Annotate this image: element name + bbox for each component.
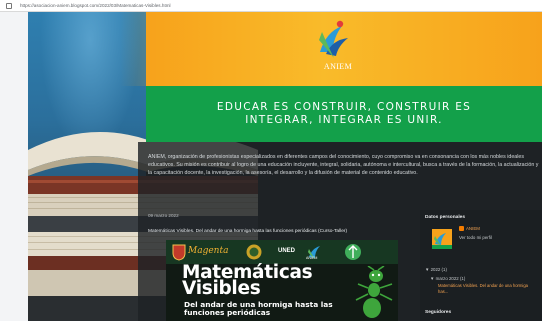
- archive-year[interactable]: ▼ 2022 (1): [425, 267, 447, 272]
- image-subtitle: Del andar de una hormiga hasta las funci…: [184, 300, 333, 317]
- blogger-name-link[interactable]: ANIEM: [459, 226, 480, 231]
- address-url[interactable]: https://asociacion-aniem.blogspot.com/20…: [20, 3, 171, 8]
- archive-post-link[interactable]: Matemáticas Visibles. Del andar de una h…: [438, 283, 528, 295]
- aniem-logo-icon[interactable]: [316, 18, 352, 64]
- slogan-banner: EDUCAR ES CONSTRUIR, CONSTRUIR ES INTEGR…: [146, 86, 542, 142]
- blogger-name: ANIEM: [466, 226, 480, 231]
- profile-avatar[interactable]: [432, 229, 452, 249]
- post-title[interactable]: Matemáticas Visibles. Del andar de una h…: [148, 229, 347, 234]
- sidebar: [420, 210, 542, 321]
- avatar-logo-icon: [432, 229, 452, 249]
- image-title: Matemáticas Visibles: [182, 263, 313, 299]
- ant-icon: [355, 266, 393, 318]
- post-date: 09 marzo 2022: [148, 213, 179, 218]
- slogan-line-2: INTEGRAR, INTEGRAR ES UNIR.: [245, 114, 443, 126]
- blog-description: ANIEM, organización de profesionistas es…: [148, 154, 539, 176]
- slogan-line-1: EDUCAR ES CONSTRUIR, CONSTRUIR ES: [216, 101, 472, 113]
- page-icon: [6, 2, 12, 9]
- crest-logo-icon: [172, 244, 186, 261]
- image-title-line-2: Visibles: [182, 278, 261, 299]
- seal-logo-icon: [246, 244, 262, 260]
- personal-data-title: Datos personales: [425, 215, 465, 220]
- green-logo-icon: [345, 244, 361, 260]
- post-image[interactable]: Magenta UNED ANIEM Matemáticas Visibles …: [166, 240, 398, 321]
- followers-title: Seguidores: [425, 310, 452, 315]
- archive-month[interactable]: ▼ marzo 2022 (1): [430, 276, 465, 281]
- logo-text: ANIEM: [323, 62, 353, 71]
- blogger-icon: [459, 226, 464, 231]
- view-profile-link[interactable]: Ver todo mi perfil: [459, 235, 492, 240]
- address-bar[interactable]: https://asociacion-aniem.blogspot.com/20…: [0, 0, 542, 12]
- left-margin: [0, 12, 28, 321]
- blog-page: https://asociacion-aniem.blogspot.com/20…: [0, 0, 542, 321]
